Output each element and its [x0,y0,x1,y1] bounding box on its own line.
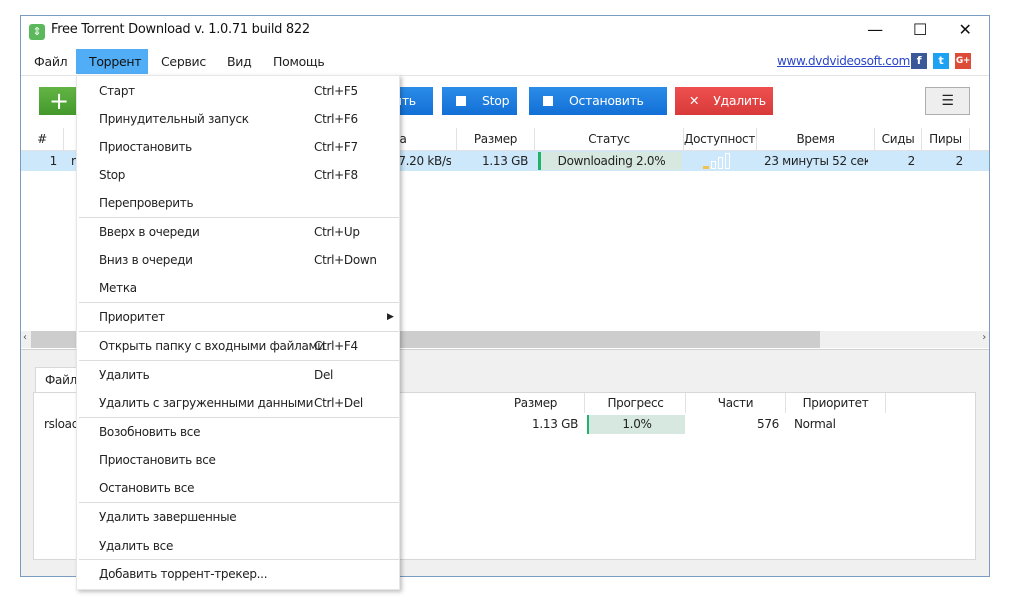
file-name: rsload [44,417,80,431]
files-col-progress[interactable]: Прогресс [586,393,686,413]
menu-item-label: Возобновить все [99,425,201,439]
facebook-icon[interactable]: f [911,53,927,69]
menu-item[interactable]: Вниз в очереди Ctrl+Down [77,246,399,274]
menu-item[interactable]: Метка [77,274,399,302]
menu-item-shortcut: Ctrl+F8 [314,168,358,182]
row-num: 1 [49,154,57,168]
menu-item[interactable]: Принудительный запуск Ctrl+F6 [77,105,399,133]
row-name: r [71,154,76,168]
menu-item[interactable]: Перепроверить [77,189,399,217]
menu-item-shortcut: Ctrl+Up [314,225,360,239]
col-size[interactable]: Размер [457,128,535,151]
minimize-button[interactable]: — [860,20,890,39]
delete-label: Удалить [713,93,766,108]
menu-item[interactable]: Старт Ctrl+F5 [77,77,399,105]
file-size: 1.13 GB [532,417,578,431]
menu-item-label: Вниз в очереди [99,253,193,267]
col-seeds[interactable]: Сиды [875,128,922,151]
menu-item-label: Вверх в очереди [99,225,200,239]
close-button[interactable]: ✕ [950,20,980,39]
file-parts: 576 [756,417,779,431]
menu-service[interactable]: Сервис [151,49,216,74]
menu-item-shortcut: Ctrl+Down [314,253,377,267]
menu-item-shortcut: Ctrl+F6 [314,112,358,126]
menu-view[interactable]: Вид [217,49,261,74]
row-time: 23 минуты 52 секунды [764,154,868,168]
menu-item[interactable]: Остановить все [77,474,399,502]
torrent-dropdown-menu: Старт Ctrl+F5 Принудительный запуск Ctrl+F6… [76,75,400,590]
availability-bars-icon [703,151,743,171]
delete-button[interactable]: ✕ Удалить [675,87,773,115]
stop-icon [543,96,553,106]
col-num[interactable]: # [21,128,64,151]
menu-item-label: Метка [99,281,137,295]
menu-item-label: Приостановить [99,140,192,154]
row-size: 1.13 GB [482,154,528,168]
menu-item[interactable]: Удалить с загруженными данными Ctrl+Del [77,389,399,417]
menu-item[interactable]: Удалить все [77,532,399,560]
menu-item-label: Stop [99,168,126,182]
menu-help[interactable]: Помощь [263,49,334,74]
menu-item-label: Удалить с загруженными данными [99,396,314,410]
menu-item-label: Остановить все [99,481,195,495]
scroll-left-icon[interactable]: ‹ [23,332,27,343]
menu-item-shortcut: Ctrl+F4 [314,339,358,353]
menu-item[interactable]: Удалить завершенные [77,503,399,531]
website-link[interactable]: www.dvdvideosoft.com [777,54,910,68]
google-plus-icon[interactable]: G+ [955,53,971,69]
window-title: Free Torrent Download v. 1.0.71 build 82… [51,22,310,37]
menu-item-label: Принудительный запуск [99,112,249,126]
row-seeds: 2 [907,154,915,168]
menu-item-shortcut: Del [314,368,334,382]
menu-item-label: Удалить завершенные [99,510,237,524]
menu-item-label: Открыть папку с входными файлами [99,339,325,353]
menu-torrent[interactable]: Торрент [76,49,148,74]
menu-item[interactable]: Приостановить все [77,446,399,474]
menu-item-shortcut: Ctrl+Del [314,396,363,410]
col-status[interactable]: Статус [535,128,684,151]
menu-item-label: Удалить [99,368,150,382]
files-col-priority[interactable]: Приоритет [786,393,886,413]
scroll-right-icon[interactable]: › [982,332,986,343]
col-time[interactable]: Время [757,128,875,151]
stop-button[interactable]: Stop [442,87,517,115]
row-peers: 2 [955,154,963,168]
file-progress: 1.0% [587,415,685,434]
menu-item-label: Удалить все [99,539,174,553]
menu-item-shortcut: Ctrl+F5 [314,84,358,98]
hamburger-menu-button[interactable]: ☰ [925,87,970,115]
files-col-parts[interactable]: Части [686,393,786,413]
maximize-button[interactable]: ☐ [905,20,935,39]
menu-item[interactable]: Приоритет ▶ [77,303,399,331]
menu-item-label: Старт [99,84,135,98]
x-icon: ✕ [689,93,700,108]
stop-all-button[interactable]: Остановить все [529,87,667,136]
menu-item-label: Перепроверить [99,196,194,210]
menu-item-label: Добавить торрент-трекер... [99,567,268,581]
menu-item[interactable]: Добавить торрент-трекер... [77,560,399,588]
app-logo-icon: ⇕ [29,24,45,40]
menu-item[interactable]: Stop Ctrl+F8 [77,161,399,189]
col-peers[interactable]: Пиры [922,128,970,151]
col-availability[interactable]: Доступность [684,128,757,151]
twitter-icon[interactable]: t [933,53,949,69]
stop-icon [456,96,466,106]
menu-item-shortcut: Ctrl+F7 [314,140,358,154]
menu-item-label: Приоритет [99,310,165,324]
files-col-size[interactable]: Размер [487,393,585,413]
row-upload: 37.20 kB/s [391,154,451,168]
row-status-progress: Downloading 2.0% [538,152,682,170]
menu-item[interactable]: Удалить Del [77,361,399,389]
menu-item[interactable]: Вверх в очереди Ctrl+Up [77,218,399,246]
add-torrent-button[interactable]: + [39,87,77,115]
menu-file[interactable]: Файл [24,49,77,74]
stop-label: Stop [482,93,510,108]
menu-item[interactable]: Приостановить Ctrl+F7 [77,133,399,161]
menu-item[interactable]: Возобновить все [77,418,399,446]
menu-item-label: Приостановить все [99,453,216,467]
menu-item[interactable]: Открыть папку с входными файлами Ctrl+F4 [77,332,399,360]
submenu-arrow-icon: ▶ [387,312,394,322]
file-priority[interactable]: Normal [794,415,836,434]
